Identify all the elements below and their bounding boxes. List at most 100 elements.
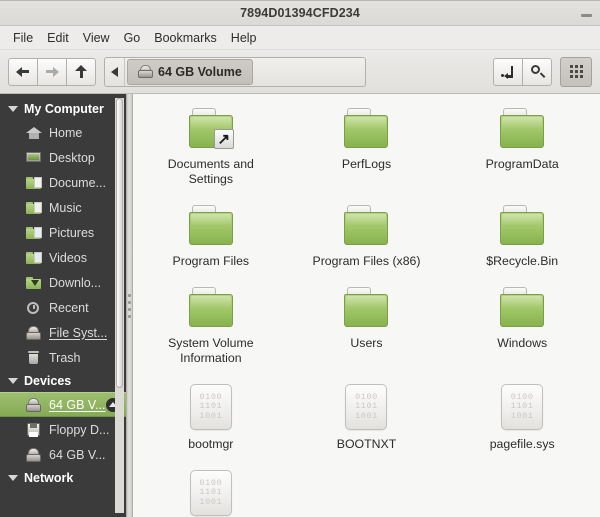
home-icon xyxy=(26,126,42,140)
sidebar-item-videos[interactable]: Videos xyxy=(0,245,126,270)
file-item-label: Windows xyxy=(497,336,548,350)
search-button[interactable] xyxy=(522,57,553,86)
sidebar-item-downloads[interactable]: Downlo... xyxy=(0,270,126,295)
file-item[interactable]: Users xyxy=(289,279,445,370)
arrow-up-icon xyxy=(74,64,88,79)
icon-grid: Documents and Settings PerfLogs ProgramD… xyxy=(133,100,600,517)
folder-icon xyxy=(498,108,546,150)
chevron-down-icon xyxy=(8,106,18,112)
menu-help[interactable]: Help xyxy=(224,29,264,47)
sidebar-item-label: Home xyxy=(49,125,83,140)
file-item-label: $Recycle.Bin xyxy=(486,254,559,268)
sidebar-item-floppy-disk[interactable]: Floppy D... xyxy=(0,417,126,442)
folder-downloads-icon xyxy=(26,276,42,290)
disk-icon xyxy=(26,325,42,340)
file-item-label: ProgramData xyxy=(485,157,559,171)
binary-file-icon: 0100 1101 1001 xyxy=(501,384,544,430)
toolbar: 64 GB Volume xyxy=(0,50,600,94)
file-icon-view: Documents and Settings PerfLogs ProgramD… xyxy=(133,94,600,517)
file-item[interactable]: System Volume Information xyxy=(133,279,289,370)
menu-bookmarks[interactable]: Bookmarks xyxy=(147,29,224,47)
sidebar-item-label: Docume... xyxy=(49,175,106,190)
sidebar-item-documents[interactable]: Docume... xyxy=(0,170,126,195)
sidebar-scrollbar-thumb[interactable] xyxy=(116,98,123,388)
sidebar-group-network[interactable]: Network xyxy=(0,467,126,489)
arrow-left-icon xyxy=(16,65,30,79)
sidebar-item-trash[interactable]: Trash xyxy=(0,345,126,370)
folder-icon xyxy=(342,287,390,329)
file-item-label: Documents and Settings xyxy=(167,157,254,186)
file-item[interactable]: $Recycle.Bin xyxy=(444,197,600,273)
floppy-icon xyxy=(26,422,42,437)
sidebar-scrollbar[interactable] xyxy=(115,98,124,513)
sidebar-item-64gb-volume-selected[interactable]: 64 GB V... xyxy=(0,392,126,417)
location-toggle-button[interactable] xyxy=(493,57,524,86)
file-item-label: System Volume Information xyxy=(168,336,254,365)
shortcut-overlay-icon xyxy=(213,129,234,149)
sidebar-item-label: Floppy D... xyxy=(49,422,110,437)
back-button[interactable] xyxy=(8,57,38,86)
sidebar-item-label: 64 GB V... xyxy=(49,447,106,462)
up-button[interactable] xyxy=(66,57,96,86)
sidebar-item-home[interactable]: Home xyxy=(0,120,126,145)
file-item[interactable]: Program Files (x86) xyxy=(289,197,445,273)
file-item[interactable]: Documents and Settings xyxy=(133,100,289,191)
sidebar-item-label: Music xyxy=(49,200,82,215)
search-icon xyxy=(530,64,545,79)
window-title: 7894D01394CFD234 xyxy=(240,6,360,20)
file-item[interactable]: 0100 1101 1001 swapfile.sys xyxy=(133,462,289,517)
sidebar-item-label: Pictures xyxy=(49,225,95,240)
sidebar-item-label: Downlo... xyxy=(49,275,102,290)
title-bar: 7894D01394CFD234 xyxy=(0,0,600,26)
chevron-down-icon xyxy=(8,378,18,384)
forward-button[interactable] xyxy=(37,57,67,86)
sidebar-group-devices[interactable]: Devices xyxy=(0,370,126,392)
file-item-label: Program Files (x86) xyxy=(312,254,421,268)
binary-file-icon: 0100 1101 1001 xyxy=(189,470,232,516)
folder-documents-icon xyxy=(26,176,42,190)
menu-go[interactable]: Go xyxy=(117,29,148,47)
menu-bar: File Edit View Go Bookmarks Help xyxy=(0,26,600,50)
sidebar-group-my-computer[interactable]: My Computer xyxy=(0,98,126,120)
splitter-grip-icon xyxy=(128,293,131,318)
sidebar-group-label: Network xyxy=(24,471,74,485)
file-item-label: bootmgr xyxy=(188,437,234,451)
sidebar-item-label: Trash xyxy=(49,350,81,365)
folder-icon xyxy=(187,108,235,150)
view-mode-button[interactable] xyxy=(560,56,593,87)
binary-file-icon: 0100 1101 1001 xyxy=(345,384,388,430)
sidebar-item-music[interactable]: Music xyxy=(0,195,126,220)
file-manager-window: 7894D01394CFD234 File Edit View Go Bookm… xyxy=(0,0,600,517)
minimize-icon xyxy=(580,14,592,17)
grid-view-icon xyxy=(569,65,583,78)
file-item[interactable]: Program Files xyxy=(133,197,289,273)
menu-view[interactable]: View xyxy=(76,29,117,47)
toolbar-right-group xyxy=(493,57,553,86)
pane-splitter[interactable] xyxy=(126,94,133,517)
desktop-icon xyxy=(26,151,42,165)
menu-file[interactable]: File xyxy=(6,29,40,47)
menu-edit[interactable]: Edit xyxy=(40,29,76,47)
sidebar-item-label: Recent xyxy=(49,300,89,315)
file-item[interactable]: 0100 1101 1001 pagefile.sys xyxy=(444,376,600,456)
sidebar-item-desktop[interactable]: Desktop xyxy=(0,145,126,170)
sidebar-item-64gb-volume-2[interactable]: 64 GB V... xyxy=(0,442,126,467)
breadcrumb-item-volume[interactable]: 64 GB Volume xyxy=(127,58,253,85)
navigation-button-group xyxy=(8,57,96,86)
file-item[interactable]: ProgramData xyxy=(444,100,600,191)
chevron-left-icon xyxy=(111,66,118,77)
file-item[interactable]: PerfLogs xyxy=(289,100,445,191)
trash-icon xyxy=(26,350,42,365)
file-item[interactable]: Windows xyxy=(444,279,600,370)
file-item-label: pagefile.sys xyxy=(489,437,555,451)
path-scroll-left-button[interactable] xyxy=(105,57,125,86)
binary-file-glyph: 0100 1101 1001 xyxy=(355,391,378,421)
minimize-button[interactable] xyxy=(578,5,594,21)
sidebar-item-file-system[interactable]: File Syst... xyxy=(0,320,126,345)
file-item[interactable]: 0100 1101 1001 bootmgr xyxy=(133,376,289,456)
file-item-label: BOOTNXT xyxy=(336,437,397,451)
file-item[interactable]: 0100 1101 1001 BOOTNXT xyxy=(289,376,445,456)
sidebar-item-recent[interactable]: Recent xyxy=(0,295,126,320)
sidebar-item-pictures[interactable]: Pictures xyxy=(0,220,126,245)
file-item-label: Users xyxy=(350,336,383,350)
